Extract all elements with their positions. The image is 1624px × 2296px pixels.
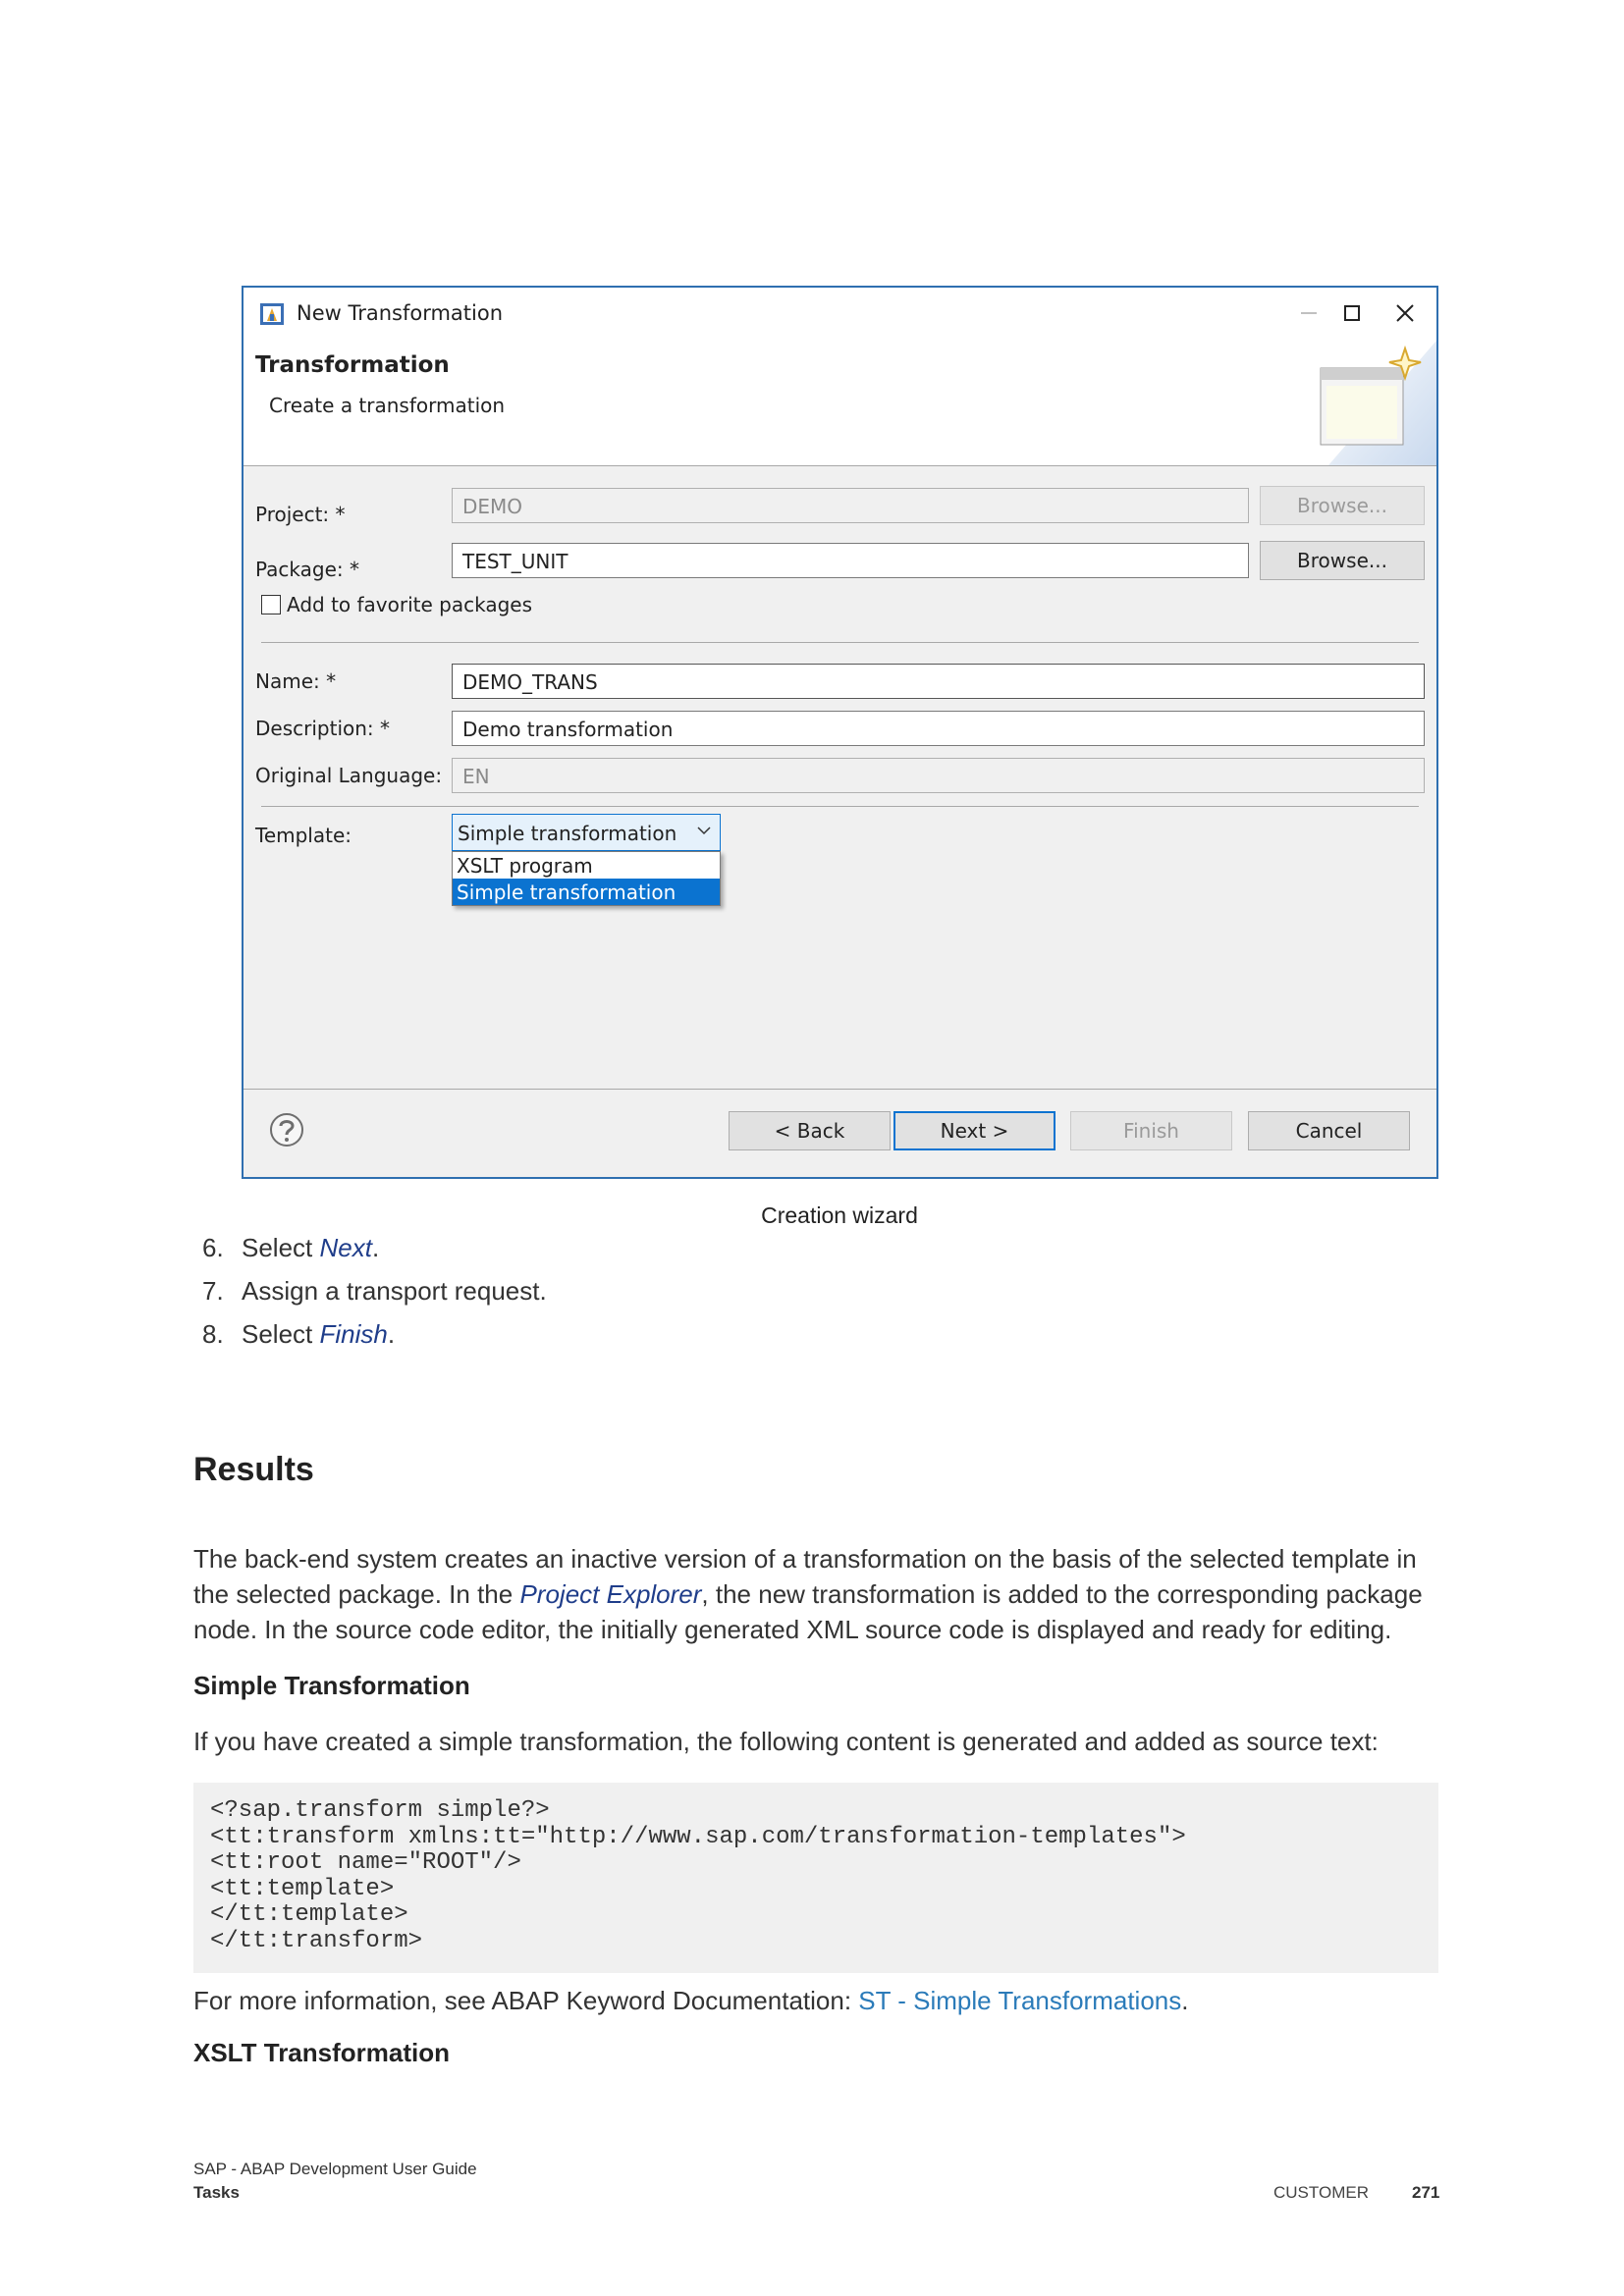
project-field: DEMO <box>452 488 1249 523</box>
package-browse-button[interactable]: Browse... <box>1260 541 1425 580</box>
template-option-xslt[interactable]: XSLT program <box>453 852 720 879</box>
favorite-packages-checkbox[interactable] <box>261 595 281 614</box>
original-language-label: Original Language: <box>255 764 443 787</box>
wizard-header: Transformation Create a transformation <box>244 341 1436 466</box>
simple-transformation-heading: Simple Transformation <box>193 1671 470 1700</box>
project-browse-button: Browse... <box>1260 486 1425 525</box>
ui-reference-finish: Finish <box>319 1319 388 1349</box>
minimize-button[interactable] <box>1289 295 1328 331</box>
name-label: Name: * <box>255 669 337 693</box>
wizard-banner-icon <box>1320 341 1436 465</box>
footer-classification: CUSTOMER <box>1273 2183 1369 2202</box>
footer-section: Tasks <box>193 2183 240 2202</box>
cancel-button[interactable]: Cancel <box>1248 1111 1410 1150</box>
minimize-icon <box>1301 312 1317 314</box>
list-item: 6. Select Next. <box>202 1233 380 1262</box>
code-block: <?sap.transform simple?> <tt:transform x… <box>193 1783 1438 1973</box>
list-item: 8. Select Finish. <box>202 1319 396 1349</box>
maximize-button[interactable] <box>1332 295 1372 331</box>
dialog-title: New Transformation <box>297 301 504 325</box>
list-item: 7. Assign a transport request. <box>202 1276 547 1306</box>
ui-reference-next: Next <box>319 1233 372 1262</box>
original-language-field: EN <box>452 758 1425 793</box>
app-icon <box>260 303 284 325</box>
xslt-transformation-heading: XSLT Transformation <box>193 2038 450 2067</box>
template-label: Template: <box>255 824 352 847</box>
wizard-page-subtitle: Create a transformation <box>269 394 506 417</box>
favorite-packages-label: Add to favorite packages <box>287 593 533 616</box>
help-icon[interactable] <box>269 1112 304 1148</box>
package-label: Package: * <box>255 558 359 581</box>
figure-caption: Creation wizard <box>761 1202 918 1228</box>
dialog-titlebar: New Transformation <box>244 288 1436 341</box>
back-button[interactable]: < Back <box>729 1111 891 1150</box>
separator <box>261 806 1419 807</box>
new-transformation-dialog: New Transformation Transformation Create… <box>242 286 1438 1179</box>
wizard-page-title: Transformation <box>255 352 450 378</box>
description-field[interactable]: Demo transformation <box>452 711 1425 746</box>
template-select[interactable]: Simple transformation <box>452 814 721 851</box>
template-selected-value: Simple transformation <box>458 822 677 845</box>
separator <box>261 642 1419 643</box>
project-explorer-reference: Project Explorer <box>519 1579 702 1609</box>
footer-guide-title: SAP - ABAP Development User Guide <box>193 2160 477 2178</box>
close-button[interactable] <box>1385 295 1425 331</box>
next-button[interactable]: Next > <box>893 1111 1056 1150</box>
finish-button: Finish <box>1070 1111 1232 1150</box>
close-icon <box>1396 304 1414 322</box>
template-option-simple[interactable]: Simple transformation <box>453 879 720 905</box>
template-dropdown-list: XSLT program Simple transformation <box>452 851 721 906</box>
separator <box>244 1089 1436 1090</box>
project-label: Project: * <box>255 503 346 526</box>
results-paragraph: The back-end system creates an inactive … <box>193 1544 1423 1644</box>
maximize-icon <box>1344 305 1360 321</box>
results-heading: Results <box>193 1451 314 1488</box>
name-field[interactable]: DEMO_TRANS <box>452 664 1425 699</box>
simple-transformations-link[interactable]: ST - Simple Transformations <box>858 1986 1181 2015</box>
package-field[interactable]: TEST_UNIT <box>452 543 1249 578</box>
chevron-down-icon <box>697 827 711 835</box>
description-label: Description: * <box>255 717 391 740</box>
simple-transformation-paragraph: If you have created a simple transformat… <box>193 1727 1379 1756</box>
page-number: 271 <box>1412 2183 1440 2202</box>
more-info-paragraph: For more information, see ABAP Keyword D… <box>193 1986 1189 2015</box>
